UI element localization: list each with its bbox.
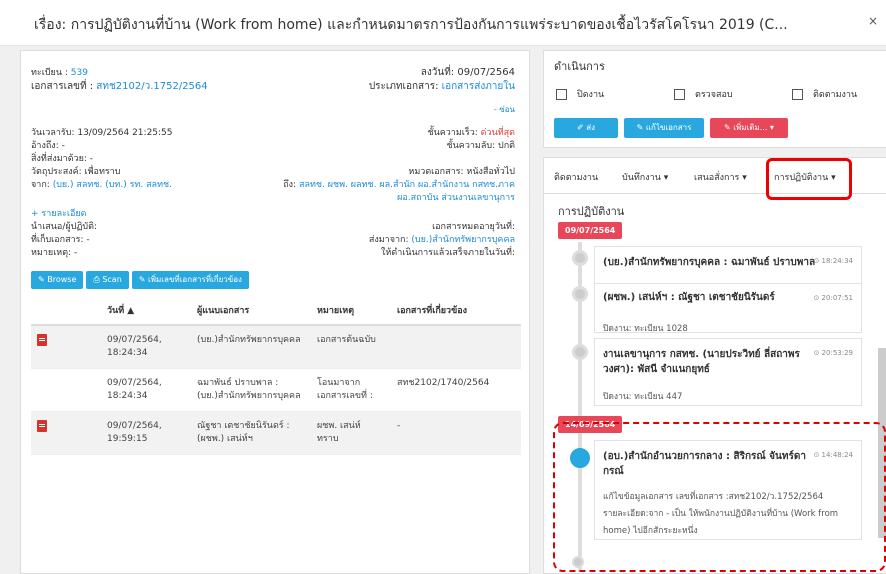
table-row: 09/07/2564, 18:24:34 ฉมาพันธ์ ปราบพาล : (บ…	[31, 368, 521, 412]
proposer: นำเสนอ/ผู้ปฏิบัติ:	[31, 222, 97, 232]
send-button[interactable]: ✐ ส่ง	[554, 118, 618, 138]
details-link[interactable]: + รายละเอียด	[31, 206, 87, 220]
pdf-icon[interactable]	[37, 420, 47, 432]
document-panel: ทะเบียน : 539 เอกสารเลขที่ : สทช2102/ว.1…	[20, 50, 530, 574]
pdf-icon[interactable]	[37, 334, 47, 346]
table-header: วันที่ ▲ ผู้แนบเอกสาร หมายเหตุ เอกสารที่…	[31, 295, 521, 326]
timeline-dot	[572, 286, 588, 302]
actions-panel: ดำเนินการ ปิดงาน ตรวจสอบ ติดตามงาน ✐ ส่ง…	[543, 50, 886, 148]
scan-button[interactable]: ⎙ Scan	[86, 271, 129, 289]
tab-work-log[interactable]: บันทึกงาน ▾	[622, 170, 668, 184]
browse-button[interactable]: ✎ Browse	[31, 271, 84, 289]
document-date: ลงวันที่: 09/07/2564	[420, 67, 515, 78]
deadline: ให้ดำเนินการแล้วเสร็จภายในวันที่:	[381, 248, 515, 258]
reference: อ้างถึง: -	[31, 141, 65, 151]
highlight-box	[766, 158, 852, 200]
timeline-entry: งานเลขานุการ กสทช. (นายประวิทย์ ลี่สถาพร…	[594, 338, 862, 406]
col-related: เอกสารที่เกี่ยวข้อง	[391, 295, 521, 326]
expiry: เอกสารหมดอายุวันที่:	[432, 222, 515, 232]
registration: ทะเบียน : 539	[31, 68, 88, 78]
secrecy: ชั้นความลับ: ปกติ	[446, 141, 515, 151]
edit-document-button[interactable]: ✎ แก้ไขเอกสาร	[624, 118, 704, 138]
col-icon	[31, 295, 101, 326]
col-note: หมายเหตุ	[311, 295, 391, 326]
registration-number[interactable]: 539	[71, 68, 88, 78]
actions-title: ดำเนินการ	[554, 60, 605, 73]
tab-proposals[interactable]: เสนอสั่งการ ▾	[694, 170, 747, 184]
col-date[interactable]: วันที่ ▲	[101, 295, 191, 326]
storage: ที่เก็บเอกสาร: -	[31, 235, 90, 245]
checkbox-icon[interactable]	[674, 88, 685, 100]
received-time: วันเวลารับ: 13/09/2564 21:25:55	[31, 128, 173, 138]
highlight-dashed-box	[553, 422, 886, 572]
col-attached-by: ผู้แนบเอกสาร	[191, 295, 311, 326]
modal-header: เรื่อง: การปฏิบัติงานที่บ้าน (Work from …	[0, 0, 886, 46]
attachment-toolbar: ✎ Browse ⎙ Scan ✎ เพิ่มเลขที่เอกสารที่เกี่…	[31, 271, 252, 289]
urgency-value: ด่วนที่สุด	[480, 128, 515, 138]
follow-up-checkbox[interactable]: ติดตามงาน	[792, 87, 857, 101]
category: หมวดเอกสาร: หนังสือทั่วไป	[408, 167, 515, 177]
timeline-entry: (ผชพ.) เสน่ห์ฯ : ณัฐชา เตชาชัยนิรันดร์ ⊙…	[594, 283, 862, 334]
document-number-value[interactable]: สทช2102/ว.1752/2564	[96, 81, 207, 92]
checkbox-icon[interactable]	[792, 88, 803, 100]
close-task-checkbox[interactable]: ปิดงาน	[556, 87, 604, 101]
timeline-dot	[572, 250, 588, 266]
timeline-entry: (บย.)สำนักทรัพยากรบุคคล : ฉมาพันธ์ ปราบพ…	[594, 246, 862, 286]
timeline-heading: การปฏิบัติงาน	[558, 205, 625, 218]
attachments: สิ่งที่ส่งมาด้วย: -	[31, 154, 94, 164]
add-related-doc-button[interactable]: ✎ เพิ่มเลขที่เอกสารที่เกี่ยวข้อง	[131, 271, 249, 289]
to-continued: ผอ.สถาบัน ส่วนงานเลขานุการ	[397, 193, 515, 203]
attachments-table: วันที่ ▲ ผู้แนบเอกสาร หมายเหตุ เอกสารที่…	[31, 295, 521, 455]
sent-from: ส่งมาจาก: (บย.)สำนักทรัพยากรบุคคล	[368, 235, 515, 245]
checkbox-icon[interactable]	[556, 88, 567, 100]
document-type: ประเภทเอกสาร: เอกสารส่งภายใน	[368, 81, 515, 92]
more-actions-button[interactable]: ✎ เพิ่มเติม... ▾	[710, 118, 788, 138]
purpose: วัตถุประสงค์: เพื่อทราบ	[31, 167, 121, 177]
modal-title: เรื่อง: การปฏิบัติงานที่บ้าน (Work from …	[34, 17, 788, 33]
related-doc-link[interactable]: สทช2102/1740/2564	[391, 368, 521, 412]
tab-follow-up[interactable]: ติดตามงาน	[554, 170, 598, 184]
close-icon[interactable]: ×	[868, 14, 878, 28]
timeline-dot	[572, 344, 588, 360]
note: หมายเหตุ: -	[31, 248, 78, 258]
from: จาก: (บย.) สลทช. (บท.) รท. สลทช.	[31, 180, 172, 190]
urgency: ชั้นความเร็ว: ด่วนที่สุด	[427, 128, 515, 138]
date-badge: 09/07/2564	[558, 222, 623, 239]
table-row: 09/07/2564, 19:59:15 ณัฐชา เตชาชัยนิรันดร…	[31, 411, 521, 455]
hide-link[interactable]: - ซ่อน	[494, 103, 515, 116]
document-number: เอกสารเลขที่ : สทช2102/ว.1752/2564	[31, 81, 208, 92]
review-checkbox[interactable]: ตรวจสอบ	[674, 87, 733, 101]
table-row: 09/07/2564, 18:24:34 (บย.)สำนักทรัพยากรบุ…	[31, 325, 521, 369]
to: ถึง: สลทช. ผชพ. ผลทช. ผล.สำนัก ผอ.สำนักง…	[283, 180, 515, 190]
